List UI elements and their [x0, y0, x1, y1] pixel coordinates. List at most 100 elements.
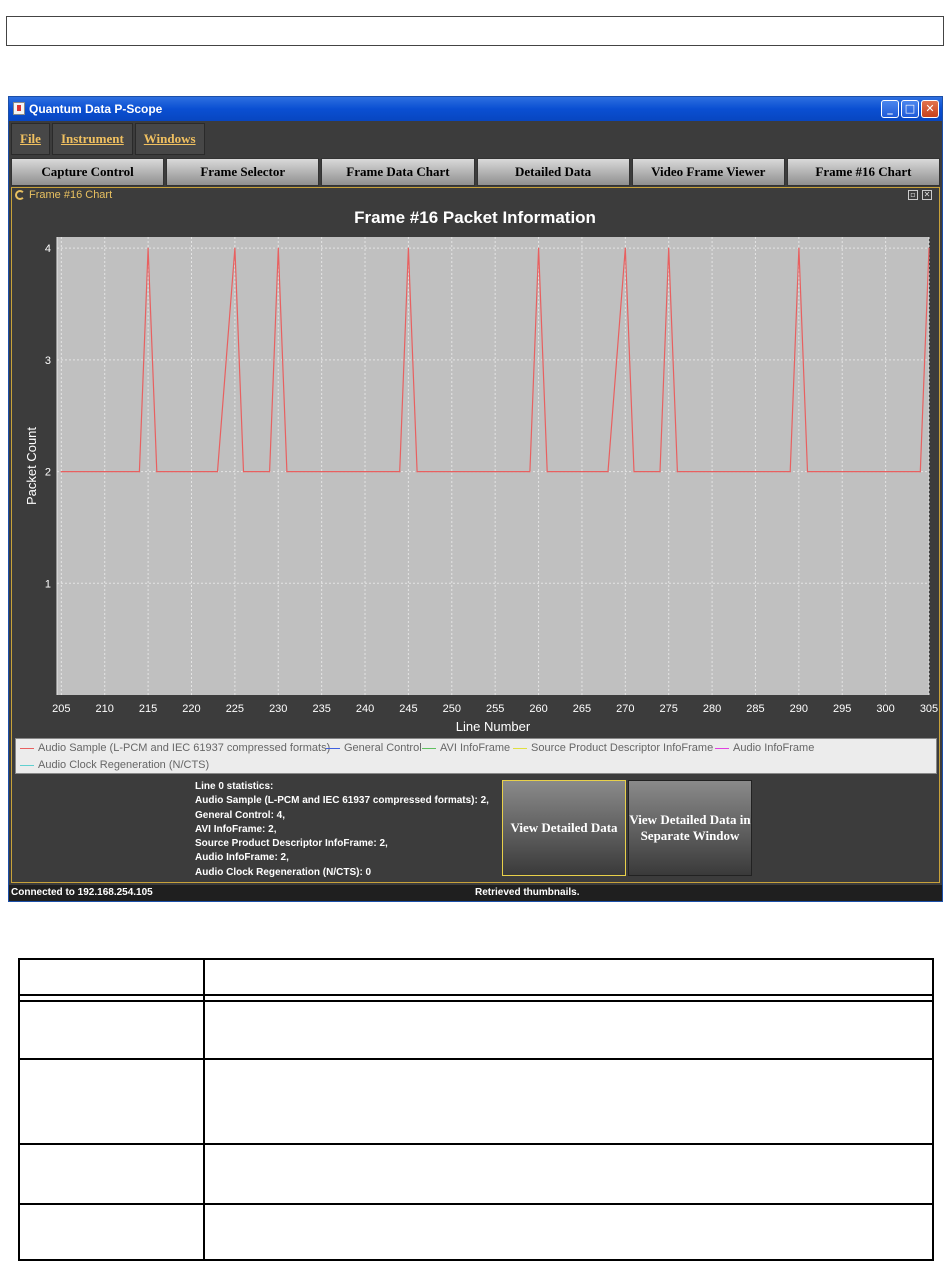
menu-bar: File Instrument Windows: [11, 123, 207, 155]
chart-legend: Audio Sample (L-PCM and IEC 61937 compre…: [15, 738, 937, 774]
data-point: [234, 247, 236, 249]
y-tick-label: 2: [45, 467, 51, 479]
data-point: [277, 247, 279, 249]
stats-line: Audio InfoFrame: 2,: [195, 852, 289, 864]
tab-frame-16-chart[interactable]: Frame #16 Chart: [786, 158, 941, 186]
legend-swatch: [422, 747, 436, 749]
table-row: [18, 1000, 934, 1060]
tab-frame-data-chart[interactable]: Frame Data Chart: [321, 158, 475, 186]
x-tick-label: 270: [616, 703, 634, 715]
legend-swatch: [20, 747, 34, 749]
data-point: [624, 247, 626, 249]
top-empty-box: [6, 16, 944, 46]
maximize-icon[interactable]: □: [901, 100, 919, 118]
table-cell: [18, 1203, 205, 1261]
data-point: [416, 471, 418, 473]
y-axis-label: Packet Count: [24, 427, 39, 505]
y-tick-label: 4: [45, 243, 51, 255]
status-message: Retrieved thumbnails.: [475, 887, 580, 898]
panel-close-icon[interactable]: ✕: [922, 190, 932, 200]
menu-windows[interactable]: Windows: [134, 123, 205, 155]
legend-label: AVI InfoFrame: [440, 742, 511, 754]
x-tick-label: 290: [790, 703, 808, 715]
data-point: [789, 471, 791, 473]
stats-line: Line 0 statistics:: [195, 781, 274, 792]
window-title: Quantum Data P-Scope: [29, 102, 163, 116]
connection-status: Connected to 192.168.254.105: [11, 887, 153, 898]
data-point: [928, 247, 930, 249]
table-row: [18, 1203, 934, 1261]
x-tick-label: 305: [920, 703, 938, 715]
data-point: [399, 471, 401, 473]
data-point: [529, 471, 531, 473]
status-bar: Connected to 192.168.254.105 Retrieved t…: [9, 885, 942, 901]
data-point: [919, 471, 921, 473]
x-tick-label: 300: [876, 703, 894, 715]
data-point: [60, 471, 62, 473]
x-tick-label: 275: [660, 703, 678, 715]
x-tick-label: 260: [529, 703, 547, 715]
table-cell: [18, 1000, 205, 1060]
close-icon[interactable]: ✕: [921, 100, 939, 118]
x-tick-label: 215: [139, 703, 157, 715]
data-point: [242, 471, 245, 473]
x-tick-label: 230: [269, 703, 287, 715]
data-point: [286, 471, 288, 473]
x-tick-label: 235: [312, 703, 330, 715]
legend-item-audio-infoframe: Audio InfoFrame: [715, 742, 814, 754]
view-detailed-separate-window-button[interactable]: View Detailed Data in Separate Window: [628, 780, 752, 876]
table-cell: [203, 1058, 934, 1145]
stats-line: Audio Sample (L-PCM and IEC 61937 compre…: [195, 795, 489, 807]
x-tick-label: 255: [486, 703, 504, 715]
stats-line: Source Product Descriptor InfoFrame: 2,: [195, 838, 388, 850]
legend-swatch: [20, 764, 34, 766]
data-point: [216, 471, 219, 473]
table-row: [18, 1143, 934, 1205]
table-cell: [18, 958, 205, 996]
title-bar[interactable]: Quantum Data P-Scope _ □ ✕: [9, 97, 942, 121]
tab-frame-selector[interactable]: Frame Selector: [166, 158, 320, 186]
chart-title: Frame #16 Packet Information: [354, 208, 596, 227]
x-tick-label: 245: [399, 703, 417, 715]
menu-file[interactable]: File: [11, 123, 50, 155]
application-window: Quantum Data P-Scope _ □ ✕ File Instrume…: [8, 96, 943, 902]
table-header-row: [18, 958, 934, 996]
x-tick-label: 220: [182, 703, 200, 715]
legend-swatch: [326, 747, 340, 749]
data-point: [407, 247, 409, 249]
legend-swatch: [513, 747, 527, 749]
x-tick-label: 210: [96, 703, 114, 715]
minimize-icon[interactable]: _: [881, 100, 899, 118]
x-tick-label: 240: [356, 703, 374, 715]
data-point: [269, 471, 271, 473]
tab-bar: Capture Control Frame Selector Frame Dat…: [11, 158, 941, 186]
panel-title-bar[interactable]: Frame #16 Chart ▫ ✕: [12, 188, 939, 203]
plot-area: [57, 237, 929, 695]
stats-line: Audio Clock Regeneration (N/CTS): 0: [195, 866, 372, 878]
y-tick-label: 1: [45, 578, 51, 590]
view-detailed-data-button[interactable]: View Detailed Data: [502, 780, 626, 876]
x-tick-label: 285: [746, 703, 764, 715]
y-tick-label: 3: [45, 355, 51, 367]
tab-video-frame-viewer[interactable]: Video Frame Viewer: [631, 158, 785, 186]
x-tick-label: 295: [833, 703, 851, 715]
menu-instrument[interactable]: Instrument: [51, 123, 133, 155]
legend-item-source-product: Source Product Descriptor InfoFrame: [513, 742, 713, 754]
data-point: [607, 471, 609, 473]
table-cell: [203, 1143, 934, 1205]
line-statistics: Line 0 statistics: Audio Sample (L-PCM a…: [195, 780, 489, 880]
tab-detailed-data[interactable]: Detailed Data: [476, 158, 630, 186]
restore-icon[interactable]: ▫: [908, 190, 918, 200]
packet-chart: Frame #16 Packet Information 205 210 215 22…: [24, 208, 938, 734]
data-point: [659, 471, 661, 473]
tab-capture-control[interactable]: Capture Control: [11, 158, 165, 186]
stats-line: AVI InfoFrame: 2,: [195, 823, 277, 835]
java-app-icon: [13, 102, 25, 115]
data-point: [156, 471, 158, 473]
legend-item-general-control: General Control: [326, 742, 422, 754]
data-point: [633, 471, 635, 473]
legend-item-audio-clock: Audio Clock Regeneration (N/CTS): [20, 759, 209, 771]
table-cell: [203, 1000, 934, 1060]
legend-item-avi-infoframe: AVI InfoFrame: [422, 742, 510, 754]
table-cell: [203, 958, 934, 996]
